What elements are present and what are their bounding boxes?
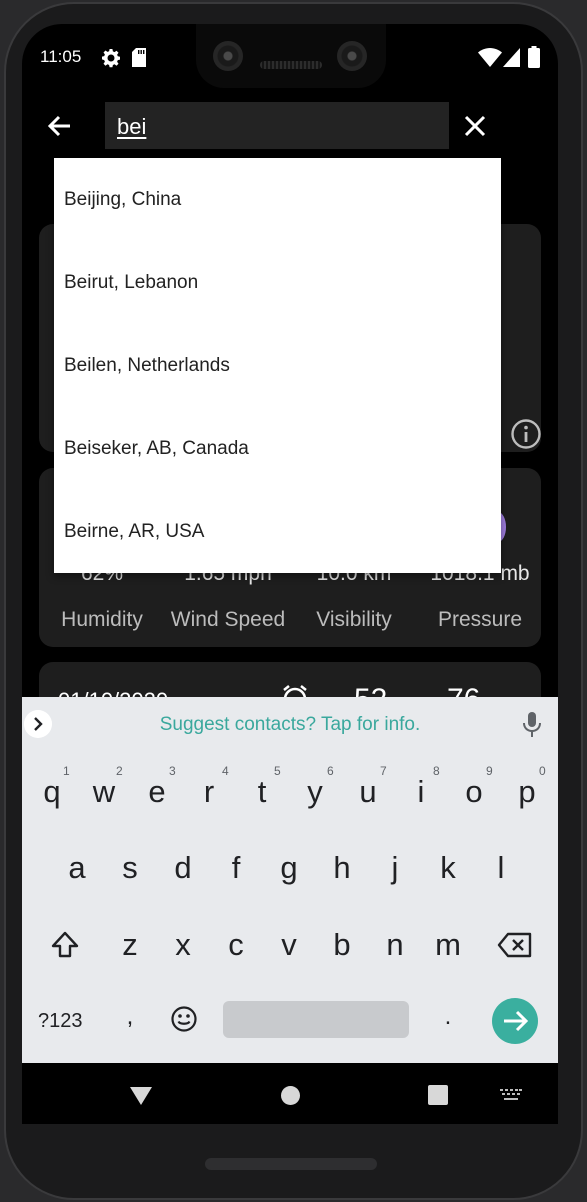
key-i[interactable]: i: [401, 774, 441, 810]
key-hint: 2: [116, 764, 123, 778]
visibility-label: Visibility: [316, 608, 392, 631]
pressure-label: Pressure: [437, 608, 523, 631]
nav-home-icon[interactable]: [281, 1086, 300, 1105]
key-hint: 5: [274, 764, 281, 778]
key-hint: 0: [539, 764, 546, 778]
signal-icon: [503, 48, 520, 67]
key-o[interactable]: o: [454, 774, 494, 810]
suggest-contacts-text[interactable]: Suggest contacts? Tap for info.: [22, 714, 558, 736]
key-u[interactable]: u: [348, 774, 388, 810]
close-icon[interactable]: [462, 113, 488, 139]
soft-keyboard: Suggest contacts? Tap for info. q w e r …: [22, 697, 558, 1063]
key-l[interactable]: l: [481, 850, 521, 886]
key-b[interactable]: b: [322, 927, 362, 963]
key-s[interactable]: s: [110, 850, 150, 886]
emoji-icon[interactable]: [170, 1005, 198, 1033]
enter-button[interactable]: [492, 998, 538, 1044]
key-h[interactable]: h: [322, 850, 362, 886]
wifi-icon: [478, 48, 502, 67]
key-e[interactable]: e: [137, 774, 177, 810]
key-a[interactable]: a: [57, 850, 97, 886]
gear-icon: [102, 49, 120, 68]
info-icon[interactable]: [510, 418, 542, 450]
front-camera-icon: [337, 41, 367, 71]
camera-notch: [196, 24, 386, 88]
key-c[interactable]: c: [216, 927, 256, 963]
key-hint: 8: [433, 764, 440, 778]
key-period[interactable]: .: [428, 1003, 468, 1031]
key-hint: 7: [380, 764, 387, 778]
key-n[interactable]: n: [375, 927, 415, 963]
sd-card-icon: [132, 48, 146, 67]
front-camera-icon: [213, 41, 243, 71]
key-f[interactable]: f: [216, 850, 256, 886]
symbols-key[interactable]: ?123: [38, 1010, 83, 1033]
key-comma[interactable]: ,: [110, 1003, 150, 1031]
earpiece-speaker: [260, 61, 322, 69]
battery-icon: [528, 46, 540, 68]
key-hint: 6: [327, 764, 334, 778]
search-input[interactable]: bei: [105, 102, 449, 149]
nav-back-icon[interactable]: [130, 1087, 152, 1105]
key-z[interactable]: z: [110, 927, 150, 963]
suggestion-item[interactable]: Beilen, Netherlands: [64, 355, 230, 377]
bottom-speaker: [205, 1158, 377, 1170]
system-nav-bar: [22, 1063, 558, 1124]
key-q[interactable]: q: [32, 774, 72, 810]
autocomplete-dropdown: Beijing, China Beirut, Lebanon Beilen, N…: [54, 158, 501, 573]
key-x[interactable]: x: [163, 927, 203, 963]
key-m[interactable]: m: [428, 927, 468, 963]
key-r[interactable]: r: [189, 774, 229, 810]
suggestion-item[interactable]: Beirut, Lebanon: [64, 272, 198, 294]
key-g[interactable]: g: [269, 850, 309, 886]
shift-icon[interactable]: [49, 929, 81, 961]
space-bar[interactable]: [223, 1001, 409, 1038]
suggestion-item[interactable]: Beijing, China: [64, 189, 181, 211]
key-t[interactable]: t: [242, 774, 282, 810]
suggestion-item[interactable]: Beiseker, AB, Canada: [64, 438, 249, 460]
keyboard-switch-icon[interactable]: [500, 1089, 522, 1101]
arrow-left-icon[interactable]: [46, 112, 74, 140]
key-w[interactable]: w: [84, 774, 124, 810]
key-j[interactable]: j: [375, 850, 415, 886]
suggestion-item[interactable]: Beirne, AR, USA: [64, 521, 204, 543]
humidity-label: Humidity: [61, 608, 143, 631]
key-hint: 1: [63, 764, 70, 778]
key-p[interactable]: p: [507, 774, 547, 810]
key-y[interactable]: y: [295, 774, 335, 810]
key-d[interactable]: d: [163, 850, 203, 886]
key-k[interactable]: k: [428, 850, 468, 886]
key-v[interactable]: v: [269, 927, 309, 963]
arrow-right-icon: [504, 1010, 529, 1032]
wind-speed-label: Wind Speed: [170, 608, 286, 631]
status-time: 11:05: [40, 47, 82, 66]
key-hint: 9: [486, 764, 493, 778]
microphone-icon[interactable]: [522, 711, 542, 739]
nav-recents-icon[interactable]: [428, 1085, 448, 1105]
search-input-text: bei: [117, 114, 147, 139]
key-hint: 4: [222, 764, 229, 778]
backspace-icon[interactable]: [497, 931, 533, 959]
keyboard-suggestion-strip: Suggest contacts? Tap for info.: [22, 697, 558, 753]
key-hint: 3: [169, 764, 176, 778]
